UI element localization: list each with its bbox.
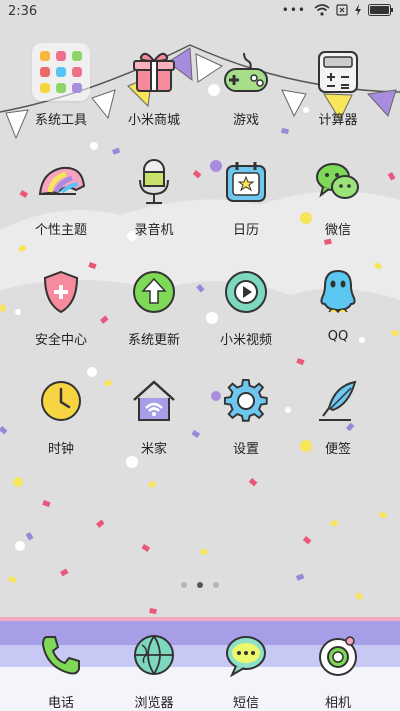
app-label: 微信	[324, 223, 351, 238]
feather-note-icon	[308, 371, 368, 431]
smart-home-icon	[124, 371, 184, 431]
gear-icon	[216, 371, 276, 431]
app-label: 游戏	[232, 113, 259, 128]
wechat-icon	[308, 152, 368, 212]
app-label: 录音机	[134, 223, 174, 238]
page-dot[interactable]	[213, 582, 219, 588]
video-play-icon	[216, 262, 276, 322]
app-label: 时钟	[47, 442, 74, 457]
gift-box-icon	[124, 42, 184, 102]
app-label: 日历	[232, 223, 259, 238]
clock-icon	[31, 371, 91, 431]
app-label: 便签	[324, 442, 351, 457]
shield-icon	[31, 262, 91, 322]
camera-icon	[308, 625, 368, 685]
app-mi-video[interactable]: 小米视频	[196, 258, 296, 358]
app-label: 系统工具	[34, 113, 87, 128]
update-arrow-icon	[124, 262, 184, 322]
folder-icon	[31, 42, 91, 102]
page-indicator[interactable]	[0, 582, 400, 588]
phone-icon	[31, 625, 91, 685]
app-label: 米家	[140, 442, 167, 457]
app-clock[interactable]: 时钟	[11, 367, 111, 467]
app-mi-home[interactable]: 米家	[104, 367, 204, 467]
app-label: 浏览器	[134, 696, 174, 711]
app-system-tools[interactable]: 系统工具	[11, 38, 111, 138]
app-label: 小米视频	[219, 333, 272, 348]
message-bubble-icon	[216, 625, 276, 685]
shell-theme-icon	[31, 152, 91, 212]
app-label: 短信	[232, 696, 259, 711]
app-grid: 系统工具 小米商城 游戏 计算器 个性主题 录音机 日历 微信 安全中心 系统更…	[0, 0, 400, 711]
calculator-icon	[308, 42, 368, 102]
app-label: 相机	[324, 696, 351, 711]
app-label: QQ	[327, 329, 349, 344]
app-label: 计算器	[318, 113, 358, 128]
app-label: 设置	[232, 442, 259, 457]
dock-app-phone[interactable]: 电话	[11, 621, 111, 711]
app-security[interactable]: 安全中心	[11, 258, 111, 358]
app-label: 个性主题	[34, 223, 87, 238]
app-games[interactable]: 游戏	[196, 38, 296, 138]
dock-app-browser[interactable]: 浏览器	[104, 621, 204, 711]
calendar-icon	[216, 152, 276, 212]
globe-browser-icon	[124, 625, 184, 685]
app-calendar[interactable]: 日历	[196, 148, 296, 248]
page-dot-active[interactable]	[197, 582, 203, 588]
app-recorder[interactable]: 录音机	[104, 148, 204, 248]
app-calculator[interactable]: 计算器	[288, 38, 388, 138]
app-wechat[interactable]: 微信	[288, 148, 388, 248]
app-settings[interactable]: 设置	[196, 367, 296, 467]
app-label: 系统更新	[127, 333, 180, 348]
qq-penguin-icon	[308, 262, 368, 322]
app-label: 小米商城	[127, 113, 180, 128]
dock: 电话 浏览器 短信 相机	[0, 617, 400, 711]
app-mi-store[interactable]: 小米商城	[104, 38, 204, 138]
app-label: 安全中心	[34, 333, 87, 348]
app-label: 电话	[47, 696, 74, 711]
app-notes[interactable]: 便签	[288, 367, 388, 467]
gamepad-icon	[216, 42, 276, 102]
app-themes[interactable]: 个性主题	[11, 148, 111, 248]
app-system-update[interactable]: 系统更新	[104, 258, 204, 358]
page-dot[interactable]	[181, 582, 187, 588]
dock-app-camera[interactable]: 相机	[288, 621, 388, 711]
microphone-icon	[124, 152, 184, 212]
app-qq[interactable]: QQ	[288, 258, 388, 358]
dock-app-messages[interactable]: 短信	[196, 621, 296, 711]
